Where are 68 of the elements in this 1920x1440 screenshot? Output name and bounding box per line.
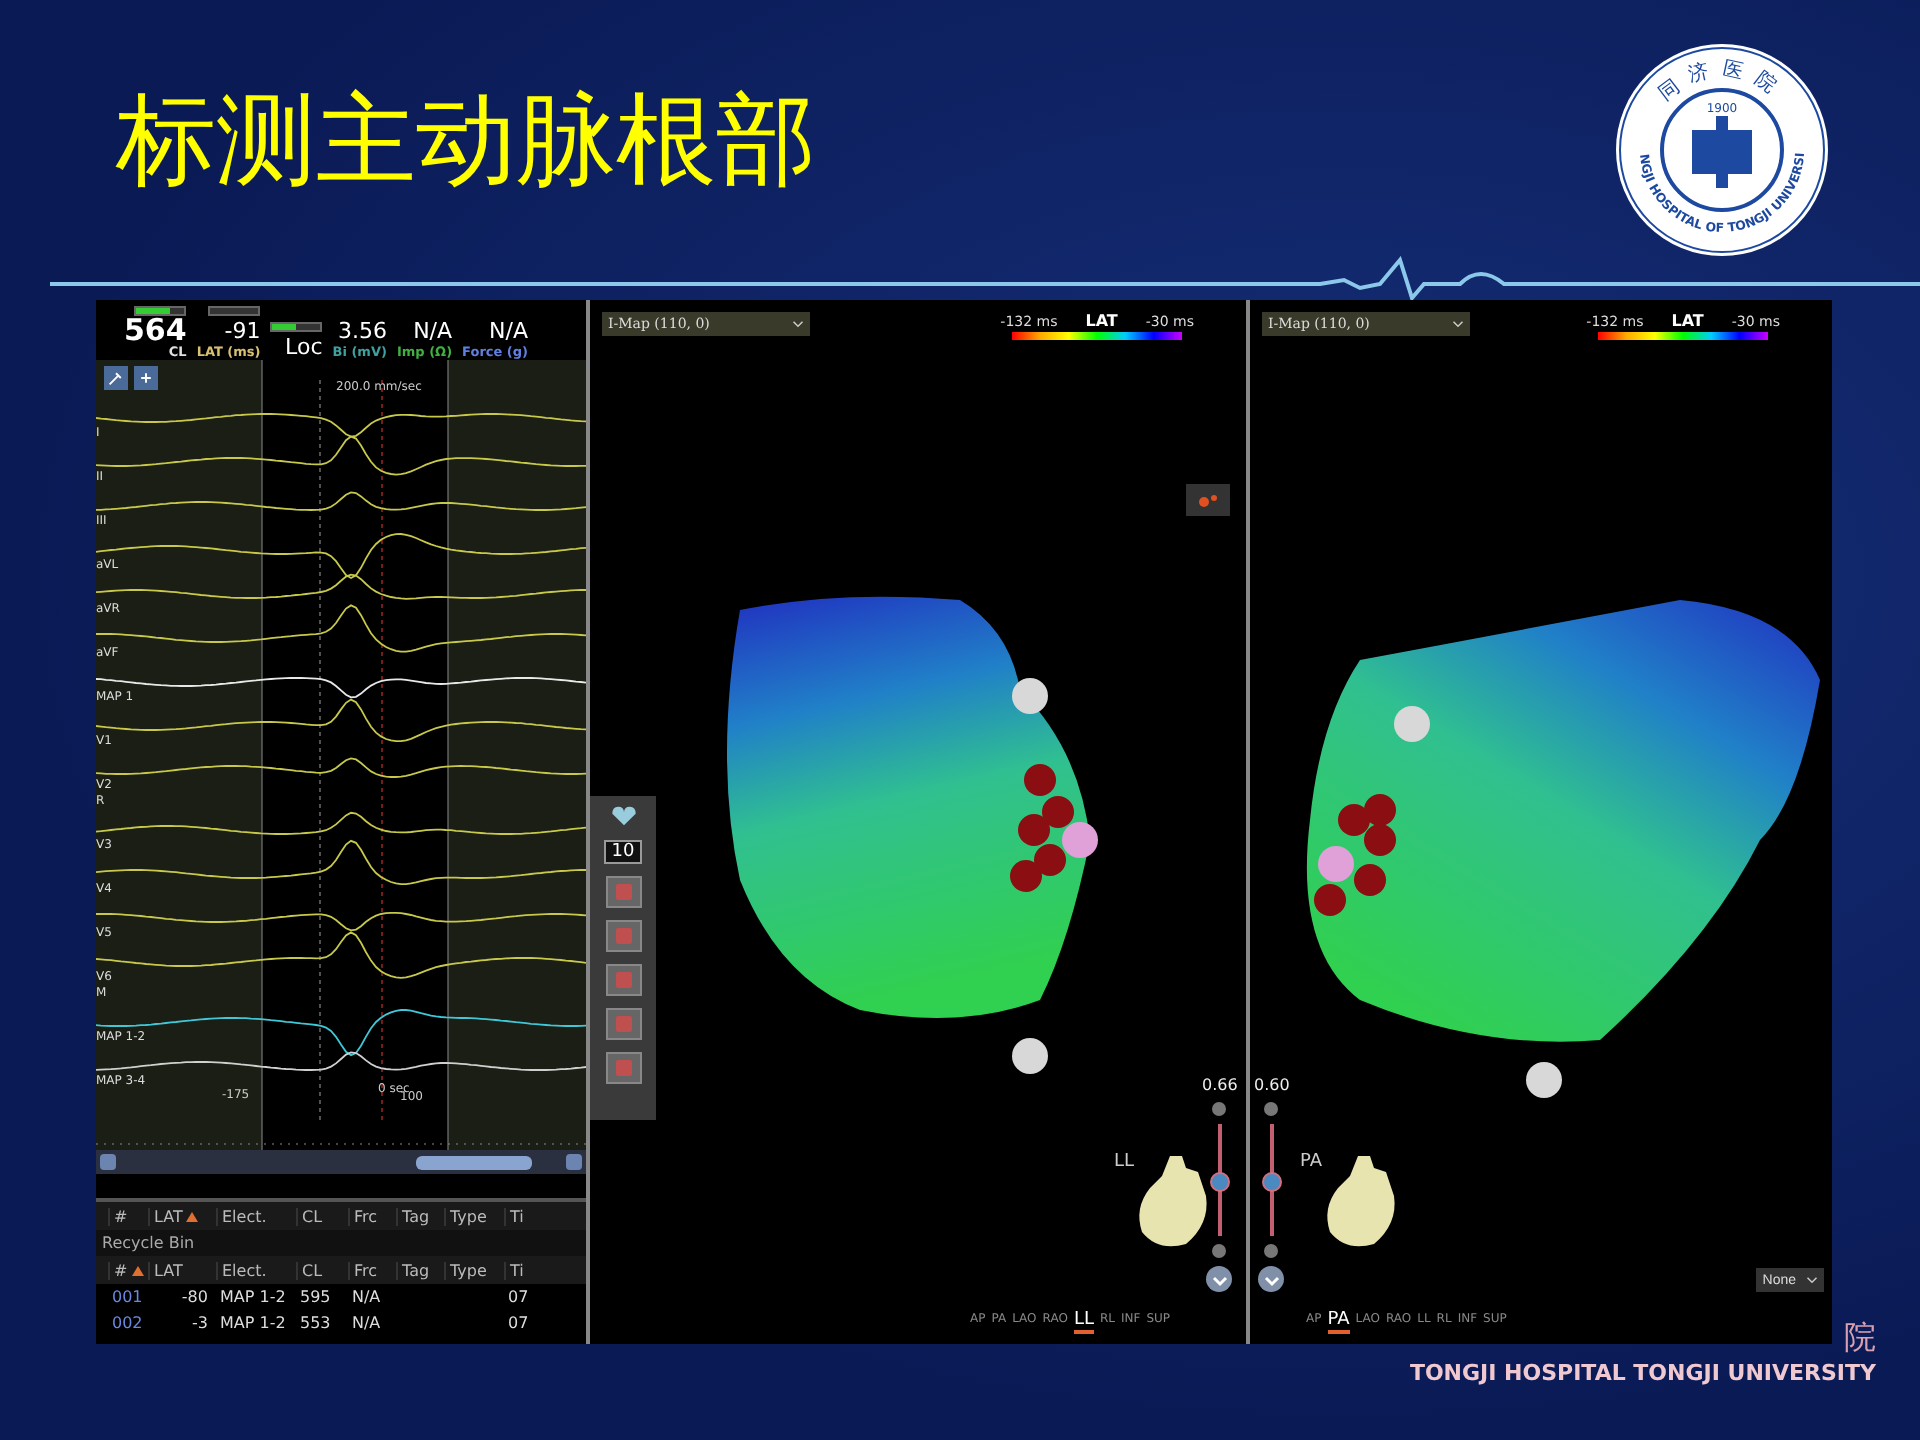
zoom-out-button[interactable] — [1264, 1244, 1279, 1258]
zoom-value: 0.60 — [1254, 1076, 1290, 1094]
table-cell-text: MAP 1-2 — [218, 1288, 288, 1306]
recycle-bin-title: Recycle Bin — [96, 1230, 586, 1256]
add-icon[interactable] — [134, 366, 158, 390]
column-header[interactable]: Tag — [396, 1207, 444, 1225]
table-cell-text: N/A — [350, 1314, 383, 1332]
readout-value: N/A — [489, 318, 529, 344]
column-header[interactable]: Elect. — [216, 1207, 296, 1225]
readout-value: 3.56 — [337, 318, 387, 344]
table-cell-text: 07 — [506, 1314, 531, 1332]
column-header[interactable]: LAT — [148, 1261, 216, 1279]
zoom-value: 0.66 — [1202, 1076, 1238, 1094]
table-cell-text: 001 — [110, 1288, 145, 1306]
table-cell-text: MAP 1-2 — [218, 1314, 288, 1332]
column-header[interactable]: Frc — [348, 1207, 396, 1225]
caret-icon — [1806, 1276, 1818, 1284]
table-cell-text: 553 — [298, 1314, 333, 1332]
view-tab[interactable]: LL — [1073, 1310, 1094, 1334]
signal-bar — [134, 306, 187, 316]
column-header[interactable]: # — [108, 1207, 148, 1225]
column-header[interactable]: CL — [296, 1261, 348, 1279]
table-cell-text: 07 — [506, 1288, 531, 1306]
readout-value: Loc — [285, 334, 323, 360]
orientation-label: PA — [1300, 1152, 1323, 1172]
column-header[interactable]: Elect. — [216, 1261, 296, 1279]
table-cell-text: -80 — [179, 1288, 210, 1306]
caret-icon — [792, 320, 804, 328]
signal-bar — [270, 322, 323, 332]
footer-text: TONGJI HOSPITAL TONGJI UNIVERSITY — [1409, 1360, 1876, 1388]
table-cell-text: -3 — [190, 1314, 210, 1332]
tool-icon[interactable] — [605, 920, 641, 952]
readout-value: -91 — [224, 318, 261, 344]
readout-value: N/A — [413, 318, 453, 344]
heart-icon[interactable] — [609, 804, 637, 828]
column-header[interactable]: Tag — [396, 1261, 444, 1279]
table-cell-text: 595 — [298, 1288, 333, 1306]
readout-value: 564 — [124, 318, 187, 344]
footer-chinese: 院 — [1844, 1320, 1876, 1356]
table-cell-text: N/A — [350, 1288, 383, 1306]
tool-icon[interactable] — [104, 366, 128, 390]
count-field[interactable]: 10 — [603, 840, 643, 864]
tool-icon[interactable] — [605, 1052, 641, 1084]
tool-icon[interactable] — [605, 1008, 641, 1040]
scrollbar[interactable] — [96, 1150, 586, 1174]
tool-icon[interactable] — [605, 876, 641, 908]
scale-title: LAT — [1085, 312, 1118, 330]
slide-title: 标测主动脉根部 — [116, 80, 816, 202]
zoom-in-button[interactable] — [1212, 1102, 1227, 1116]
column-header[interactable]: # — [108, 1261, 148, 1279]
column-header[interactable]: Ti — [504, 1207, 532, 1225]
column-header[interactable]: Type — [444, 1261, 504, 1279]
chevron-down-icon[interactable] — [1258, 1266, 1285, 1292]
column-header[interactable]: Ti — [504, 1261, 532, 1279]
chevron-down-icon[interactable] — [1206, 1266, 1233, 1292]
tool-icon[interactable] — [605, 964, 641, 996]
zoom-in-button[interactable] — [1264, 1102, 1279, 1116]
legend-icon[interactable] — [1186, 484, 1230, 516]
table-cell-text: 002 — [110, 1314, 145, 1332]
orientation-label: LL — [1114, 1152, 1135, 1172]
column-header[interactable]: LAT — [148, 1207, 216, 1225]
scale-title: LAT — [1671, 312, 1704, 330]
view-tab[interactable]: PA — [1327, 1310, 1350, 1334]
column-header[interactable]: Frc — [348, 1261, 396, 1279]
column-header[interactable]: Type — [444, 1207, 504, 1225]
caret-icon — [1452, 320, 1464, 328]
zoom-out-button[interactable] — [1212, 1244, 1227, 1258]
column-header[interactable]: CL — [296, 1207, 348, 1225]
